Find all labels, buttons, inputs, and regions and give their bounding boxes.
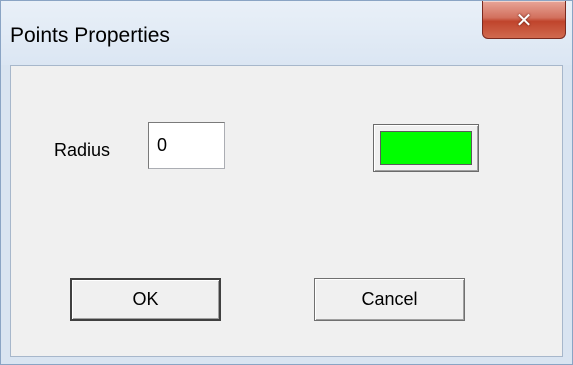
color-swatch [380,131,472,165]
dialog-window: Points Properties ✕ Radius OK Cancel [0,0,573,365]
radius-input[interactable] [148,122,225,169]
title-bar[interactable]: Points Properties ✕ [1,1,572,65]
dialog-body: Radius OK Cancel [10,65,563,357]
radius-label: Radius [54,140,111,160]
color-picker-button[interactable] [373,124,479,172]
ok-button[interactable]: OK [70,278,221,321]
close-icon: ✕ [515,7,533,32]
close-button[interactable]: ✕ [482,1,566,39]
cancel-button[interactable]: Cancel [314,278,465,321]
window-title: Points Properties [10,24,170,47]
